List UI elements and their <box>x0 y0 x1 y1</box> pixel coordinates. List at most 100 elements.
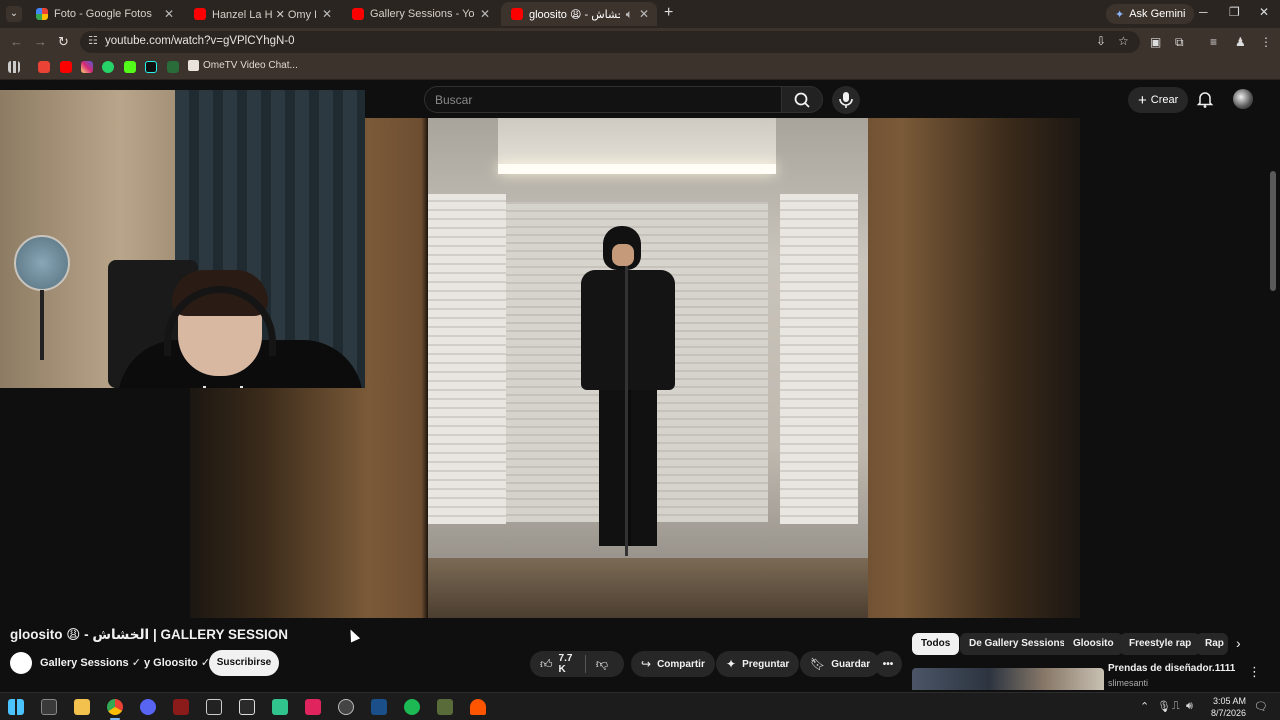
tab-search-chevron-icon[interactable]: ⌄ <box>6 6 22 22</box>
close-icon[interactable]: ✕ <box>480 7 490 21</box>
minimize-icon[interactable]: ─ <box>1199 5 1208 19</box>
like-count[interactable]: 7.7 K <box>559 653 576 675</box>
share-button[interactable]: ↪ Compartir <box>631 651 715 677</box>
ask-gemini-button[interactable]: ✦ Ask Gemini <box>1106 4 1195 24</box>
window-close-icon[interactable]: ✕ <box>1259 5 1269 19</box>
recommendation-channel[interactable]: slimesanti <box>1108 678 1148 688</box>
restore-icon[interactable]: ❐ <box>1229 5 1240 19</box>
tray-overflow-icon[interactable]: ⌃ <box>1140 700 1149 713</box>
chip-all[interactable]: Todos <box>912 633 960 655</box>
more-actions-button[interactable]: ••• <box>874 651 902 677</box>
chip-rap[interactable]: Rap <box>1196 633 1228 655</box>
chip-freestyle-rap[interactable]: Freestyle rap <box>1120 633 1201 655</box>
media-control-icon[interactable]: ≡ <box>1210 35 1217 49</box>
tab-strip: ⌄ Foto - Google Fotos ✕ Hanzel La H ✕ Om… <box>0 0 1280 28</box>
site-info-icon[interactable]: ☷ <box>88 34 98 47</box>
steam-icon[interactable] <box>371 699 387 715</box>
bookmark-star-icon[interactable]: ☆ <box>1118 34 1129 48</box>
extension-icon[interactable]: ▣ <box>1150 35 1161 49</box>
tray-network-icon[interactable]: ⎍ <box>1172 700 1180 713</box>
soundcloud-icon[interactable] <box>470 699 486 715</box>
chrome-icon[interactable] <box>107 699 123 720</box>
tab-gloosito[interactable]: gloosito 😩 - الخشاش | G 🔈︎ ✕ <box>501 2 657 26</box>
reload-icon[interactable]: ↻ <box>58 34 69 50</box>
thumbs-down-icon[interactable]: 👎︎ <box>596 657 608 672</box>
task-view-icon[interactable] <box>41 699 57 715</box>
search-placeholder: Buscar <box>435 93 473 107</box>
close-icon[interactable]: ✕ <box>639 7 649 21</box>
speaker-icon[interactable]: 🔈︎ <box>626 7 633 22</box>
close-icon[interactable]: ✕ <box>322 7 332 21</box>
taskbar: ⌃ 🎙︎ ⎍ 🔊︎ 3:05 AM 8/7/2026 🗨︎ <box>0 692 1280 720</box>
chip-gloosito[interactable]: Gloosito <box>1064 633 1123 655</box>
back-arrow-icon[interactable]: ← <box>10 34 23 49</box>
create-button[interactable]: + Crear <box>1128 87 1189 113</box>
tab-google-photos[interactable]: Foto - Google Fotos ✕ <box>26 2 182 26</box>
chevron-right-icon[interactable]: › <box>1236 635 1241 651</box>
tiktok-icon[interactable] <box>145 61 157 73</box>
gmail-icon[interactable] <box>38 61 50 73</box>
spotify-icon[interactable] <box>404 699 420 715</box>
ask-button[interactable]: ✦ Preguntar <box>716 651 800 677</box>
capcut-icon[interactable] <box>272 699 288 715</box>
more-horizontal-icon: ••• <box>882 658 894 670</box>
youtube-icon[interactable] <box>60 61 72 73</box>
windows-start-icon[interactable] <box>8 699 24 715</box>
discord-icon[interactable] <box>140 699 156 715</box>
epic-games-icon[interactable] <box>206 699 222 715</box>
file-explorer-icon[interactable] <box>74 699 90 715</box>
share-arrow-icon: ↪ <box>641 657 652 671</box>
url-text[interactable]: youtube.com/watch?v=gVPlCYhgN-0 <box>105 35 295 47</box>
ceiling-light <box>498 164 776 174</box>
apps-grid-icon[interactable] <box>8 61 20 73</box>
kick-icon[interactable] <box>124 61 136 73</box>
tiktok-studio-icon[interactable] <box>305 699 321 715</box>
chip-gallery-sessions[interactable]: De Gallery Sessions <box>960 633 1075 655</box>
notifications-bell-icon[interactable] <box>1196 90 1214 108</box>
tab-hanzel[interactable]: Hanzel La H ✕ Omy De Oro - ✕ <box>184 2 340 26</box>
whatsapp-icon[interactable] <box>102 61 114 73</box>
recommendation-menu-icon[interactable]: ⋮ <box>1248 664 1261 680</box>
save-button[interactable]: 🔖︎ Guardar <box>800 651 881 677</box>
forward-arrow-icon[interactable]: → <box>34 34 47 49</box>
subscribe-button[interactable]: Suscribirse <box>209 650 279 676</box>
webcam-overlay <box>0 90 365 388</box>
new-tab-icon[interactable]: + <box>664 4 673 22</box>
link-icon[interactable] <box>167 61 179 73</box>
notifications-icon[interactable]: 🗨︎ <box>1254 700 1268 713</box>
plus-icon: + <box>1138 91 1147 109</box>
profile-icon[interactable]: ♟ <box>1235 35 1246 49</box>
ask-gemini-label: Ask Gemini <box>1129 8 1186 20</box>
tray-volume-icon[interactable]: 🔊︎ <box>1186 700 1193 713</box>
recommendation-title[interactable]: Prendas de diseñador.1111 <box>1108 663 1235 674</box>
tray-microphone-icon[interactable]: 🎙︎ <box>1157 700 1171 713</box>
ceiling-fixture <box>498 118 776 166</box>
search-button[interactable] <box>781 86 823 113</box>
gemini-spark-icon: ✦ <box>1115 8 1125 21</box>
performer-legs <box>599 386 657 546</box>
channel-avatar[interactable] <box>10 652 32 674</box>
voicemod-icon[interactable] <box>173 699 189 715</box>
close-icon[interactable]: ✕ <box>164 7 174 21</box>
menu-kebab-icon[interactable]: ⋮ <box>1260 35 1272 49</box>
bookmark-ometv[interactable]: OmeTV Video Chat... <box>188 60 298 71</box>
streamlabs-icon[interactable] <box>239 699 255 715</box>
recommendation-thumbnail[interactable] <box>912 668 1104 690</box>
account-avatar[interactable] <box>1233 89 1253 109</box>
bookmark-icon: 🔖︎ <box>810 657 826 671</box>
search-input[interactable]: Buscar <box>424 86 782 113</box>
game-controller-icon[interactable] <box>437 699 453 715</box>
address-bar[interactable]: ☷ youtube.com/watch?v=gVPlCYhgN-0 ⇩ ☆ <box>80 31 1140 53</box>
thumbs-up-icon[interactable]: 👍︎ <box>540 657 553 672</box>
obs-icon[interactable] <box>338 699 354 715</box>
voice-search-button[interactable] <box>832 86 860 114</box>
taskbar-clock[interactable]: 3:05 AM 8/7/2026 <box>1196 695 1246 719</box>
page-scrollbar[interactable] <box>1270 171 1276 291</box>
microphone-icon <box>839 92 853 108</box>
like-dislike-group: 👍︎ 7.7 K 👎︎ <box>530 651 624 677</box>
channel-name[interactable]: Gallery Sessions ✓ y Gloosito ✓ <box>40 656 210 669</box>
instagram-icon[interactable] <box>81 61 93 73</box>
tab-gallery-sessions[interactable]: Gallery Sessions - YouTube ✕ <box>342 2 498 26</box>
install-app-icon[interactable]: ⇩ <box>1096 34 1106 48</box>
puzzle-icon[interactable]: ⧉ <box>1175 35 1184 50</box>
